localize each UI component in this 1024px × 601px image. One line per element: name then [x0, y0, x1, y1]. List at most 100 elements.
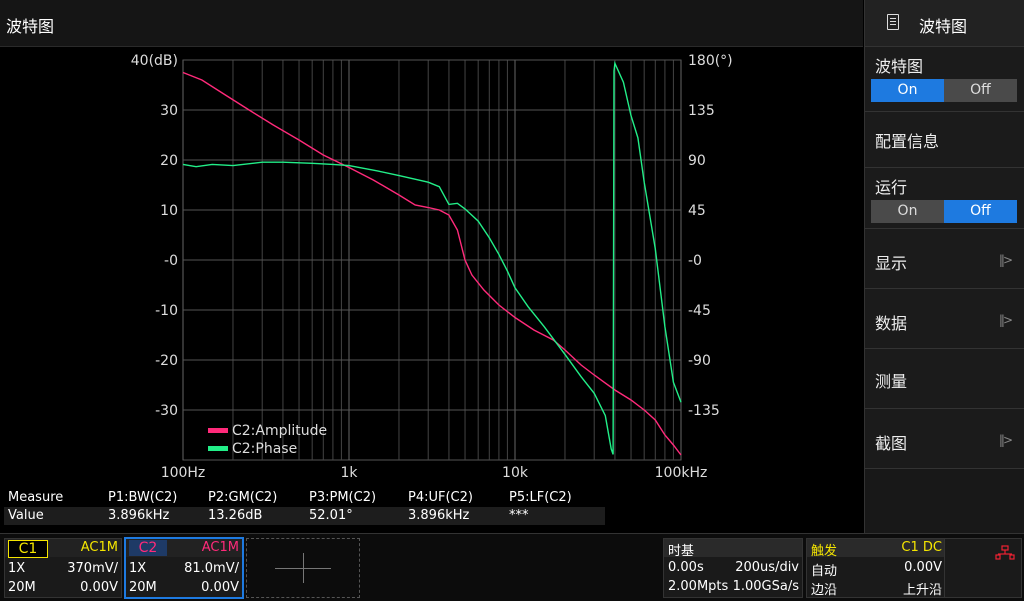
menu-item-screenshot[interactable]: 截图 ||>: [865, 409, 1024, 469]
bode-on-option[interactable]: On: [871, 79, 944, 102]
timebase-points: 2.00Mpts: [668, 579, 729, 594]
measure-header-cell: P5:LF(C2): [509, 490, 572, 505]
legend-swatch-phase: [208, 446, 228, 451]
menu-item-label: 测量: [875, 372, 908, 391]
menu-item-measure[interactable]: 测量: [865, 349, 1024, 409]
measure-header-cell: P4:UF(C2): [408, 490, 473, 505]
channel-c1-box[interactable]: C1 AC1M 1X 370mV/ 20M 0.00V: [4, 538, 122, 598]
plot-axes: 40(dB) 30 20 10 -0 -10 -20 -30 180(°) 135 90 45 -0 -4…: [131, 53, 733, 481]
y-tick-label-left: -30: [155, 403, 178, 419]
bode-toggle[interactable]: On Off: [871, 79, 1017, 102]
channel-c2-box[interactable]: C2 AC1M 1X 81.0mV/ 20M 0.00V: [124, 537, 244, 599]
y-tick-label-right: 180(°): [688, 53, 733, 69]
trigger-type: 边沿: [811, 583, 838, 598]
y-tick-label-right: -0: [688, 253, 702, 269]
y-tick-label-left: 20: [160, 153, 178, 169]
channel-c2-bw: 20M: [129, 580, 157, 595]
menu-header-label: 波特图: [919, 17, 968, 36]
channel-c1-bw: 20M: [8, 580, 36, 595]
y-tick-label-left: -0: [164, 253, 178, 269]
channel-c2-offset: 0.00V: [201, 580, 239, 595]
phase-series-line: [182, 60, 682, 455]
x-tick-label: 100kHz: [655, 465, 708, 481]
measure-table: Measure P1:BW(C2) P2:GM(C2) P3:PM(C2) P4…: [4, 489, 605, 525]
y-tick-label-right: 45: [688, 203, 706, 219]
legend-label-amplitude: C2:Amplitude: [232, 423, 327, 439]
measure-header-cell: Measure: [8, 490, 64, 505]
legend-label-phase: C2:Phase: [232, 441, 297, 457]
trigger-box[interactable]: 触发 C1 DC 自动 0.00V 边沿 上升沿: [806, 538, 946, 598]
run-on-option[interactable]: On: [871, 200, 944, 223]
trigger-level: 0.00V: [904, 560, 942, 575]
measure-value-cell: ***: [509, 508, 529, 523]
timebase-delay: 0.00s: [668, 560, 704, 575]
timebase-rate: 1.00GSa/s: [732, 579, 799, 594]
amplitude-series-line: [182, 71, 682, 456]
measure-value-cell: 52.01°: [309, 508, 353, 523]
menu-item-label: 显示: [875, 254, 908, 273]
trigger-source: C1 DC: [901, 540, 942, 555]
measure-value-cell: Value: [8, 508, 44, 523]
y-tick-label-right: 135: [688, 103, 715, 119]
channel-c1-coupling: AC1M: [80, 540, 118, 555]
measure-header-cell: P1:BW(C2): [108, 490, 178, 505]
document-icon: [887, 14, 899, 30]
channel-c1-scale: 370mV/: [67, 561, 118, 576]
y-tick-label-right: -135: [688, 403, 720, 419]
usb-icon: [995, 545, 1015, 560]
menu-item-label: 数据: [875, 314, 908, 333]
channel-c2-scale: 81.0mV/: [184, 561, 239, 576]
measure-header-cell: P3:PM(C2): [309, 490, 377, 505]
submenu-arrow-icon: ||>: [998, 253, 1013, 267]
y-tick-label-right: -45: [688, 303, 711, 319]
timebase-box[interactable]: 时基 0.00s 200us/div 2.00Mpts 1.00GSa/s: [663, 538, 803, 598]
timebase-label: 时基: [668, 544, 695, 559]
submenu-arrow-icon: ||>: [998, 433, 1013, 447]
timebase-scale: 200us/div: [735, 560, 799, 575]
plus-icon-vertical: [303, 553, 304, 583]
menu-item-label: 配置信息: [875, 132, 940, 151]
page-title: 波特图: [6, 17, 55, 36]
menu-item-data[interactable]: 数据 ||>: [865, 289, 1024, 349]
legend-swatch-amplitude: [208, 428, 228, 433]
measure-value-cell: 3.896kHz: [108, 508, 170, 523]
usb-status[interactable]: [944, 538, 1022, 598]
menu-item-label: 波特图: [875, 57, 924, 76]
channel-c2-tag: C2: [129, 540, 167, 556]
bode-off-option[interactable]: Off: [944, 79, 1017, 102]
side-menu: 波特图 波特图 On Off 配置信息 运行 On Off 显示 ||> 数据 …: [864, 0, 1024, 533]
channel-c1-tag: C1: [8, 540, 48, 558]
y-tick-label-left: -10: [155, 303, 178, 319]
trigger-mode: 自动: [811, 564, 838, 579]
measure-value-row: Value 3.896kHz 13.26dB 52.01° 3.896kHz *…: [4, 507, 605, 525]
menu-item-label: 截图: [875, 434, 908, 453]
y-tick-label-left: -20: [155, 353, 178, 369]
menu-item-display[interactable]: 显示 ||>: [865, 229, 1024, 289]
channel-c1-probe: 1X: [8, 561, 26, 576]
measure-value-cell: 13.26dB: [208, 508, 263, 523]
x-tick-label: 1k: [340, 465, 358, 481]
bode-plot: 40(dB) 30 20 10 -0 -10 -20 -30 180(°) 135 90 45 -0 -4…: [131, 53, 733, 481]
plot-series: [182, 60, 682, 456]
trigger-slope: 上升沿: [902, 583, 942, 598]
menu-header: 波特图: [865, 0, 1024, 47]
menu-item-run[interactable]: 运行 On Off: [865, 168, 1024, 229]
menu-item-bode[interactable]: 波特图 On Off: [865, 47, 1024, 112]
run-toggle[interactable]: On Off: [871, 200, 1017, 223]
y-tick-label-left: 30: [160, 103, 178, 119]
title-bar: 波特图: [0, 0, 863, 47]
y-tick-label-right: 90: [688, 153, 706, 169]
measure-value-cell: 3.896kHz: [408, 508, 470, 523]
add-channel-slot[interactable]: [246, 538, 360, 598]
run-off-option[interactable]: Off: [944, 200, 1017, 223]
plot-legend: C2:Amplitude C2:Phase: [208, 423, 327, 457]
channel-c1-offset: 0.00V: [80, 580, 118, 595]
menu-item-config[interactable]: 配置信息: [865, 112, 1024, 168]
measure-header-row: Measure P1:BW(C2) P2:GM(C2) P3:PM(C2) P4…: [4, 489, 605, 507]
x-tick-label: 100Hz: [161, 465, 206, 481]
y-tick-label-left: 40(dB): [131, 53, 178, 69]
menu-item-label: 运行: [875, 178, 908, 197]
status-bar: C1 AC1M 1X 370mV/ 20M 0.00V C2 AC1M 1X 8…: [0, 533, 1024, 601]
channel-c2-coupling: AC1M: [201, 540, 239, 555]
y-tick-label-right: -90: [688, 353, 711, 369]
